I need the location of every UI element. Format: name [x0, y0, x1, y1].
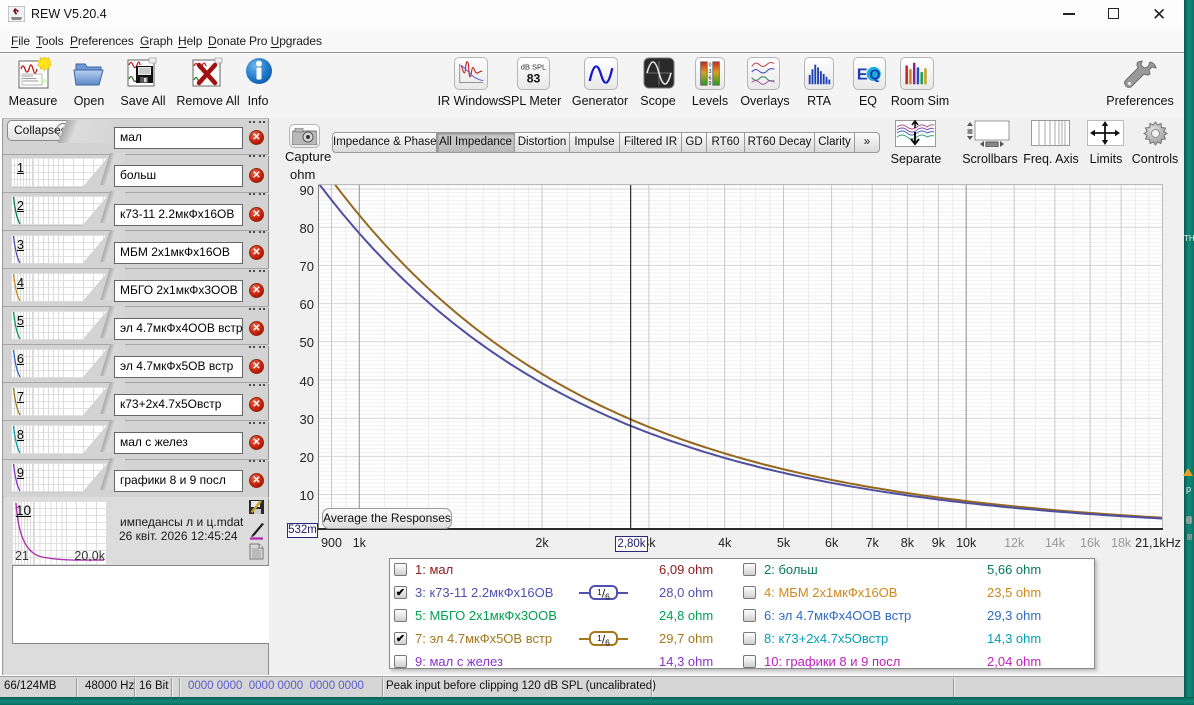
svg-text:dB SPL: dB SPL	[521, 62, 546, 71]
svg-text:3: 3	[709, 69, 712, 75]
svg-text:0: 0	[709, 63, 712, 69]
svg-text:Q: Q	[870, 66, 881, 82]
svg-text:E: E	[857, 67, 868, 84]
svg-text:9: 9	[709, 81, 712, 87]
svg-text:83: 83	[527, 71, 541, 85]
